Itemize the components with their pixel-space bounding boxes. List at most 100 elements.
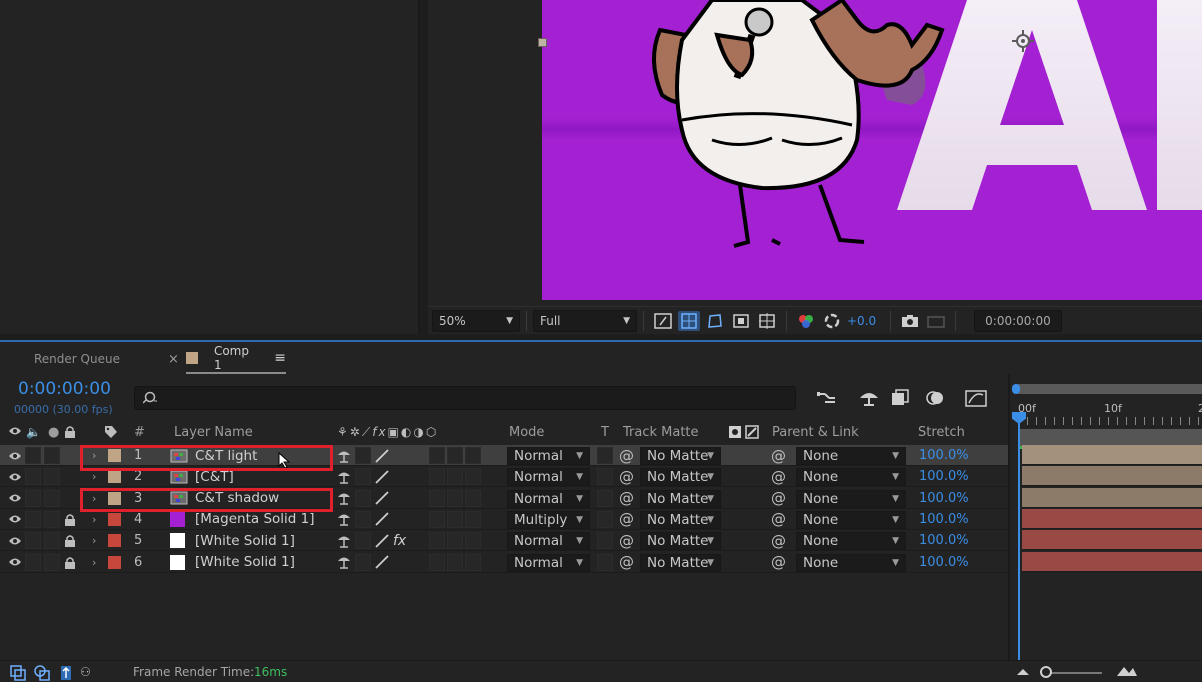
collapse-switch[interactable] <box>355 489 371 507</box>
parent-pick-whip-icon[interactable]: @ <box>771 552 786 573</box>
time-ruler[interactable]: 00f 10f 2 <box>1010 401 1202 431</box>
eye-icon[interactable] <box>8 466 22 487</box>
work-area-bar[interactable] <box>1016 384 1202 394</box>
current-time-indicator[interactable] <box>1018 412 1020 667</box>
composition-flowchart-icon[interactable] <box>815 387 839 409</box>
parent-pick-whip-icon[interactable]: @ <box>771 530 786 551</box>
label-tag-icon[interactable] <box>104 425 118 443</box>
zoom-slider-thumb[interactable] <box>1040 666 1052 678</box>
layer-name[interactable]: [White Solid 1] <box>195 552 295 573</box>
pick-whip-icon[interactable]: @ <box>619 466 634 487</box>
layer-search-input[interactable] <box>134 386 796 410</box>
zoom-slider-track[interactable] <box>1046 672 1102 674</box>
motion-blur-switch[interactable] <box>447 468 463 486</box>
quality-switch-icon[interactable] <box>374 552 390 573</box>
shy-switch-icon[interactable] <box>337 530 351 551</box>
work-area-start-handle[interactable] <box>1012 384 1020 394</box>
stretch-value[interactable]: 100.0% <box>919 552 969 573</box>
column-number-header[interactable]: # <box>134 425 145 440</box>
adjustment-switch[interactable] <box>465 553 481 571</box>
effect-fx-icon[interactable]: fx <box>393 530 406 551</box>
column-stretch-header[interactable]: Stretch <box>918 425 965 440</box>
column-track-matte-header[interactable]: Track Matte <box>623 425 699 440</box>
lock-icon[interactable] <box>64 552 76 573</box>
grid-guides-icon[interactable] <box>756 311 778 331</box>
parent-pick-whip-icon[interactable]: @ <box>771 445 786 466</box>
text-layer-letters[interactable] <box>892 0 1202 215</box>
parent-select[interactable]: None ▼ <box>796 532 906 551</box>
parent-select[interactable]: None ▼ <box>796 447 906 465</box>
track-matte-select[interactable]: No Matte ▼ <box>640 468 721 487</box>
region-of-interest-icon[interactable] <box>730 311 752 331</box>
adjustment-switch[interactable] <box>465 532 481 550</box>
motion-blur-switch[interactable] <box>447 447 463 464</box>
eye-icon[interactable] <box>8 552 22 573</box>
layer-duration-bar[interactable] <box>1022 530 1202 551</box>
motion-blur-switch[interactable] <box>447 510 463 528</box>
composition-canvas[interactable] <box>542 0 1202 300</box>
parent-pick-whip-icon[interactable]: @ <box>771 488 786 509</box>
solo-switch[interactable] <box>44 510 60 528</box>
shy-switch-icon[interactable] <box>337 445 351 466</box>
collapse-switch[interactable] <box>355 510 371 528</box>
label-color-chip[interactable] <box>108 552 121 573</box>
twirl-down-chevron-icon[interactable]: › <box>92 552 96 573</box>
camera-snapshot-icon[interactable] <box>899 311 921 331</box>
blend-mode-select[interactable]: Normal ▼ <box>507 553 590 572</box>
layer-row[interactable]: › 5 [White Solid 1] fx Normal ▼ @ No Mat… <box>0 530 1008 552</box>
frame-blend-switch[interactable] <box>429 468 445 486</box>
color-management-icon[interactable] <box>821 311 843 331</box>
stretch-value[interactable]: 100.0% <box>919 466 969 487</box>
stretch-value[interactable]: 100.0% <box>919 530 969 551</box>
layer-row[interactable]: › 4 [Magenta Solid 1] Multiply ▼ @ No Ma… <box>0 509 1008 530</box>
column-t-header[interactable]: T <box>601 425 609 440</box>
layer-duration-bar[interactable] <box>1022 508 1202 529</box>
audio-switch[interactable] <box>25 553 41 571</box>
audio-switch[interactable] <box>25 489 41 507</box>
layer-duration-bar[interactable] <box>1022 445 1202 465</box>
graph-editor-icon[interactable] <box>964 387 988 409</box>
composition-viewer[interactable] <box>428 0 1202 334</box>
frame-blending-icon[interactable] <box>888 387 912 409</box>
quality-switch-icon[interactable] <box>374 530 390 551</box>
layer-duration-bar[interactable] <box>1022 487 1202 508</box>
adjustment-switch[interactable] <box>465 489 481 507</box>
exposure-value[interactable]: +0.0 <box>847 314 876 328</box>
motion-blur-switch[interactable] <box>447 489 463 507</box>
shy-switch-icon[interactable] <box>337 552 351 573</box>
resolution-select[interactable]: Full ▼ <box>533 309 637 332</box>
pick-whip-icon[interactable]: @ <box>619 488 634 509</box>
video-switch-icon[interactable] <box>8 425 22 441</box>
zoom-out-icon[interactable] <box>1016 665 1030 680</box>
stretch-value[interactable]: 100.0% <box>919 509 969 530</box>
column-parent-link-header[interactable]: Parent & Link <box>772 425 859 440</box>
parent-select[interactable]: None ▼ <box>796 510 906 529</box>
column-mode-header[interactable]: Mode <box>509 425 544 440</box>
track-matte-select[interactable]: No Matte ▼ <box>640 532 721 551</box>
solo-switch[interactable] <box>44 468 60 486</box>
layer-row[interactable]: › 6 [White Solid 1] Normal ▼ @ No Matte … <box>0 552 1008 573</box>
solo-switch[interactable] <box>44 447 60 464</box>
collapse-switch[interactable] <box>355 532 371 550</box>
stretch-value[interactable]: 100.0% <box>919 445 969 466</box>
blend-mode-select[interactable]: Multiply ▼ <box>507 510 590 529</box>
solo-switch[interactable] <box>44 489 60 507</box>
adjustment-switch[interactable] <box>465 447 481 464</box>
lock-switch-icon[interactable] <box>64 425 76 442</box>
blend-mode-select[interactable]: Normal ▼ <box>507 447 590 465</box>
frame-blend-switch[interactable] <box>429 489 445 507</box>
layer-name[interactable]: [White Solid 1] <box>195 530 295 551</box>
audio-switch[interactable] <box>25 532 41 550</box>
modes-toggle-icon[interactable] <box>34 665 50 682</box>
panel-menu-icon[interactable]: ≡ <box>274 350 286 366</box>
stretch-value[interactable]: 100.0% <box>919 488 969 509</box>
channels-icon[interactable] <box>795 311 817 331</box>
eye-icon[interactable] <box>8 488 22 509</box>
solo-switch[interactable] <box>44 532 60 550</box>
magnification-select[interactable]: 50% ▼ <box>432 309 520 332</box>
anchor-point-icon[interactable] <box>1012 30 1034 52</box>
layer-name[interactable]: [Magenta Solid 1] <box>195 509 315 530</box>
twirl-down-chevron-icon[interactable]: › <box>92 509 96 530</box>
quality-switch-icon[interactable] <box>374 466 390 487</box>
column-layer-name-header[interactable]: Layer Name <box>174 425 253 440</box>
